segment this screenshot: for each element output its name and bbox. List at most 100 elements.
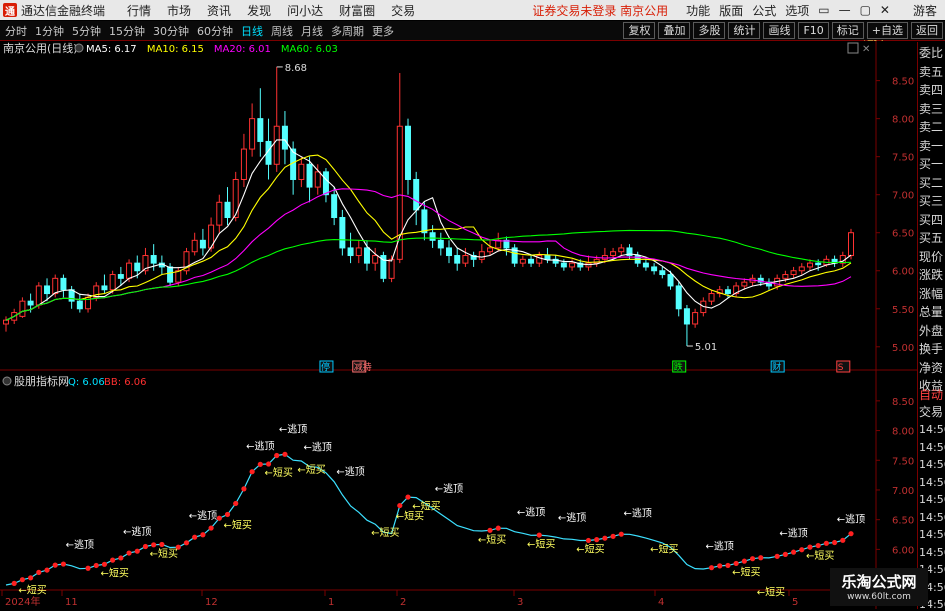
candle-body — [651, 266, 658, 272]
sub-legend: 股朋指标网 Q: 6.06 BB: 6.06 — [2, 374, 147, 388]
candle-body — [692, 312, 699, 325]
period-tab-8[interactable]: 月线 — [301, 23, 323, 39]
tool-button-4[interactable]: 画线 — [763, 22, 796, 39]
watermark: 乐淘公式网 www.60lt.com — [830, 568, 928, 606]
period-tab-0[interactable]: 分时 — [5, 23, 27, 39]
kline-chart[interactable]: 8.50 8.00 7.50 7.00 6.50 6.00 5.50 5.00 8.68 5.01… — [0, 40, 917, 609]
xtick-3: 1 — [328, 597, 334, 608]
indicator-dot — [840, 537, 846, 543]
window-maximize-icon[interactable]: ▢ — [860, 3, 871, 17]
buy-signal-16: ←短买 — [757, 586, 785, 599]
candle-body — [232, 178, 239, 219]
indicator-dot — [536, 532, 542, 538]
ma-legend-0: MA5: 6.17 — [86, 44, 137, 55]
candle-body — [224, 201, 231, 219]
indicator-dot — [265, 461, 272, 467]
candle-body — [478, 251, 485, 260]
side-label-15: 外盘 — [919, 323, 944, 338]
chart-tools: 复权 叠加 多股 统计 画线 F10 标记 +自选 返回 — [620, 22, 943, 39]
broker-status[interactable]: 证券交易未登录 南京公用 — [532, 2, 668, 19]
xtick-0: 2024年 — [5, 595, 40, 608]
sub-legend-toggle-icon[interactable] — [2, 376, 12, 386]
indicator-dot — [159, 541, 165, 548]
menu-wenxiaoda[interactable]: 问小达 — [287, 2, 323, 19]
period-tab-1[interactable]: 1分钟 — [35, 23, 64, 39]
candle-body — [52, 277, 59, 295]
main-legend-toggle-icon[interactable] — [74, 43, 84, 53]
candle-body — [560, 262, 567, 268]
menu-gongneng[interactable]: 功能 — [686, 2, 710, 19]
main-legend: 南京公用(日线) MA5: 6.17 MA10: 6.15 MA20: 6.01 MA6… — [3, 41, 338, 55]
side-label-3: 卖三 — [919, 101, 944, 116]
indicator-dot — [126, 550, 132, 556]
indicator-dot — [60, 561, 67, 567]
sell-signal-1: ←逃顶 — [123, 525, 151, 538]
indicator-dot — [717, 563, 723, 569]
candle-body — [199, 239, 206, 249]
indicator-dot — [28, 575, 34, 581]
indicator-dot — [758, 555, 764, 561]
tool-button-6[interactable]: 标记 — [831, 22, 864, 39]
window-close-icon[interactable]: ✕ — [880, 3, 890, 17]
candle-body — [134, 262, 141, 272]
menu-banmian[interactable]: 版面 — [719, 2, 743, 19]
side-auto-button[interactable]: 自动 — [919, 386, 945, 403]
candle-body — [322, 171, 329, 196]
indicator-dot — [142, 543, 149, 550]
candle-body — [191, 239, 198, 253]
candle-body — [741, 281, 748, 287]
sell-signal-13: ←逃顶 — [304, 441, 332, 454]
menu-faxian[interactable]: 发现 — [247, 2, 271, 19]
tool-button-5[interactable]: F10 — [798, 22, 829, 39]
window-restore-icon[interactable]: ▭ — [818, 3, 829, 17]
period-tab-5[interactable]: 60分钟 — [197, 23, 233, 39]
indicator-dot — [274, 452, 280, 459]
menu-caifuquan[interactable]: 财富圈 — [339, 2, 375, 19]
candle-body — [798, 266, 805, 272]
tool-button-2[interactable]: 多股 — [693, 22, 726, 39]
indicator-dot — [216, 515, 222, 521]
indicator-dot — [249, 469, 255, 475]
side-label-6: 买一 — [919, 157, 944, 171]
tool-button-3[interactable]: 统计 — [728, 22, 761, 39]
menu-hangqing[interactable]: 行情 — [127, 2, 151, 19]
buy-signal-12: ←短买 — [732, 565, 760, 578]
event-marker-label-3: 财 — [772, 361, 781, 373]
menu-shichang[interactable]: 市场 — [167, 2, 191, 19]
candle-body — [610, 251, 617, 257]
menu-xuanxiang[interactable]: 选项 — [785, 2, 809, 19]
menu-zixun[interactable]: 资讯 — [207, 2, 231, 19]
tool-button-1[interactable]: 叠加 — [658, 22, 691, 39]
side-trade-button[interactable]: 交易 — [919, 403, 945, 420]
menu-jiaoyi[interactable]: 交易 — [391, 2, 415, 19]
indicator-dot — [101, 561, 108, 567]
tool-button-8[interactable]: 返回 — [911, 22, 943, 39]
guest-login[interactable]: 游客 — [913, 2, 937, 19]
tool-button-0[interactable]: 复权 — [623, 22, 656, 39]
menu-gongshi[interactable]: 公式 — [752, 2, 776, 19]
period-tab-9[interactable]: 多周期 — [331, 23, 364, 39]
side-label-14: 总量 — [919, 305, 944, 319]
side-label-9: 买四 — [919, 212, 944, 227]
tool-button-7[interactable]: +自选 — [866, 22, 908, 39]
period-tab-7[interactable]: 周线 — [271, 23, 293, 39]
buy-signal-2: ←短买 — [150, 547, 178, 560]
window-minimize-icon[interactable]: — — [839, 3, 851, 17]
low-label: 5.01 — [695, 342, 717, 353]
candle-body — [708, 293, 715, 302]
period-tab-6[interactable]: 日线 — [241, 23, 263, 39]
indicator-dot — [602, 535, 608, 541]
pane-settings-icon[interactable] — [847, 42, 859, 54]
candle-body — [281, 125, 288, 150]
period-tab-3[interactable]: 15分钟 — [109, 23, 145, 39]
buy-signal-10: ←短买 — [576, 542, 604, 555]
candle-body — [790, 270, 797, 276]
candle-body — [216, 201, 223, 226]
indicator-dot — [799, 547, 805, 553]
period-tab-2[interactable]: 5分钟 — [72, 23, 101, 39]
buy-signal-3: ←短买 — [224, 518, 252, 531]
indicator-dot — [208, 525, 214, 531]
indicator-dot — [807, 544, 813, 550]
period-tab-10[interactable]: 更多 — [372, 23, 394, 39]
period-tab-4[interactable]: 30分钟 — [153, 23, 189, 39]
